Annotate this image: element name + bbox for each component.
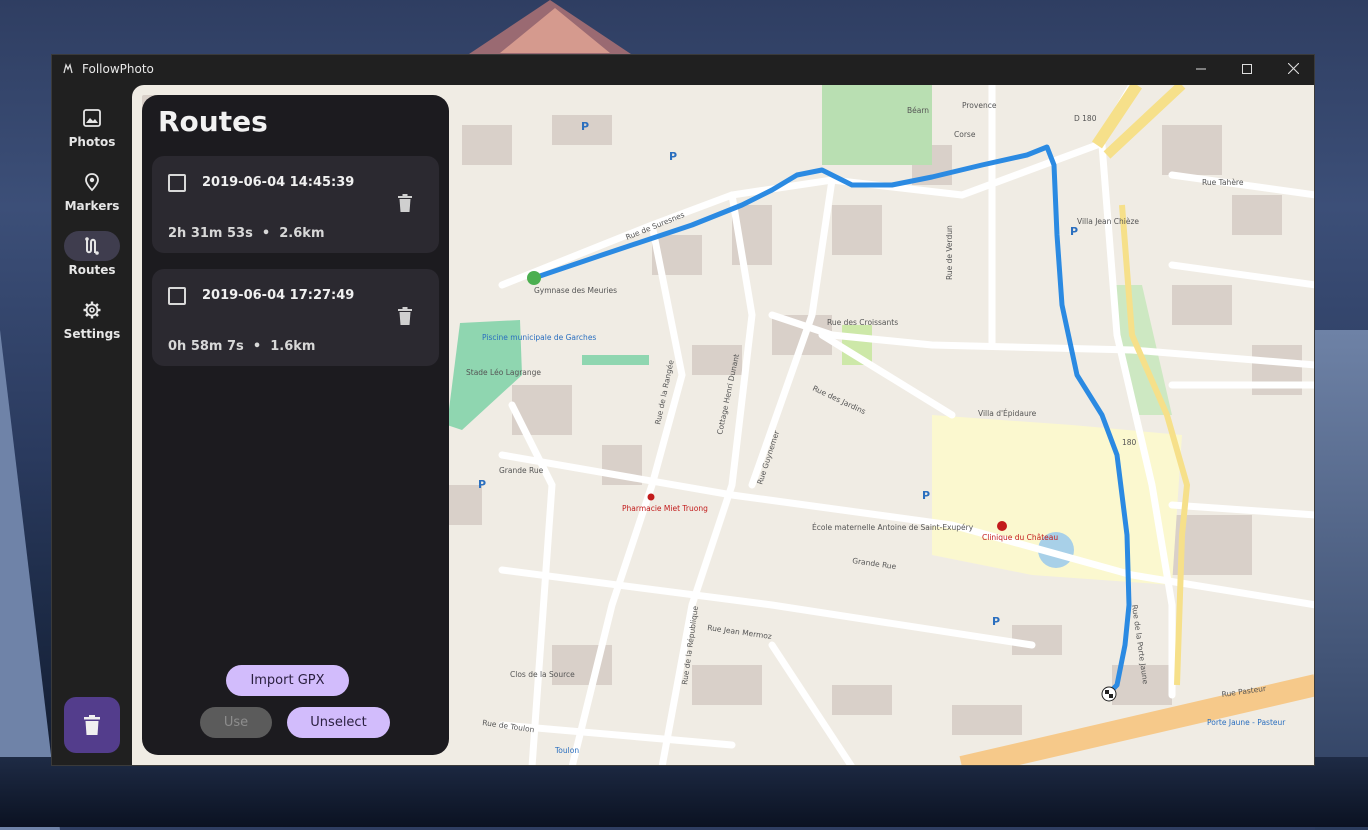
clinic-marker-icon bbox=[997, 521, 1007, 531]
route-date: 2019-06-04 14:45:39 bbox=[202, 175, 355, 190]
route-end-flag-icon[interactable] bbox=[1101, 686, 1117, 702]
desktop-mountain-sunlit-peak bbox=[500, 8, 610, 53]
route-summary: 2h 31m 53s • 2.6km bbox=[168, 226, 325, 241]
close-button[interactable] bbox=[1270, 55, 1314, 85]
gps-route-line bbox=[531, 144, 1132, 693]
map-label-stade: Stade Léo Lagrange bbox=[466, 368, 541, 377]
map-label-rue-croissants: Rue des Croissants bbox=[827, 318, 898, 327]
map-label-toulon: Toulon bbox=[554, 746, 579, 755]
map-label-villa-jean-chieze: Villa Jean Chièze bbox=[1077, 217, 1139, 226]
nav-label-markers: Markers bbox=[64, 199, 120, 213]
navigation-rail: Photos Markers Routes Settings bbox=[52, 85, 132, 765]
map-label-clos-source: Clos de la Source bbox=[510, 670, 575, 679]
map-label-porte-jaune: Porte Jaune - Pasteur bbox=[1207, 718, 1286, 727]
delete-all-button[interactable] bbox=[64, 697, 120, 753]
map-label-corse: Corse bbox=[954, 130, 976, 139]
route-distance: 1.6km bbox=[270, 339, 316, 354]
map-label-rue-tahere: Rue Tahère bbox=[1202, 178, 1244, 187]
route-card[interactable]: 2019-06-04 14:45:39 2h 31m 53s • 2.6km bbox=[152, 156, 439, 253]
route-summary: 0h 58m 7s • 1.6km bbox=[168, 339, 315, 354]
svg-text:P: P bbox=[922, 489, 930, 502]
map-label-rue-toulon: Rue de Toulon bbox=[482, 718, 535, 734]
map-pin-icon bbox=[85, 173, 99, 192]
map-label-piscine: Piscine municipale de Garches bbox=[482, 333, 596, 342]
nav-label-routes: Routes bbox=[68, 263, 116, 277]
trash-icon bbox=[398, 194, 412, 212]
map-label-bearn: Béarn bbox=[907, 106, 929, 115]
minimize-icon bbox=[1196, 68, 1206, 70]
svg-text:P: P bbox=[669, 150, 677, 163]
route-date: 2019-06-04 17:27:49 bbox=[202, 288, 355, 303]
desktop-mountain-right bbox=[1315, 330, 1368, 830]
routes-panel: Routes 2019-06-04 14:45:39 2h 31m 53s • … bbox=[142, 95, 449, 755]
svg-text:P: P bbox=[581, 120, 589, 133]
route-distance: 2.6km bbox=[279, 226, 325, 241]
trash-icon bbox=[84, 715, 100, 735]
image-icon bbox=[83, 109, 101, 127]
import-gpx-button[interactable]: Import GPX bbox=[226, 665, 349, 696]
unselect-button[interactable]: Unselect bbox=[287, 707, 390, 738]
svg-text:P: P bbox=[992, 615, 1000, 628]
use-button[interactable]: Use bbox=[200, 707, 272, 738]
nav-label-photos: Photos bbox=[68, 135, 116, 149]
window-title: FollowPhoto bbox=[82, 62, 154, 76]
map-label-pharmacie: Pharmacie Miet Truong bbox=[622, 504, 708, 513]
trash-icon bbox=[398, 307, 412, 325]
route-checkbox[interactable] bbox=[168, 287, 186, 305]
minimize-button[interactable] bbox=[1178, 55, 1224, 85]
delete-route-button[interactable] bbox=[398, 307, 412, 329]
panel-title: Routes bbox=[158, 105, 268, 138]
map-label-rue-jean-mermoz: Rue Jean Mermoz bbox=[707, 623, 773, 641]
map-label-villa-epidaure: Villa d'Épidaure bbox=[978, 409, 1037, 418]
map-label-d180: D 180 bbox=[1074, 114, 1097, 123]
maximize-icon bbox=[1242, 64, 1252, 74]
map-label-rue-verdun: Rue de Verdun bbox=[945, 225, 954, 280]
route-start-marker[interactable] bbox=[527, 271, 541, 285]
map-label-ecole: École maternelle Antoine de Saint-Exupér… bbox=[812, 523, 974, 532]
route-card[interactable]: 2019-06-04 17:27:49 0h 58m 7s • 1.6km bbox=[152, 269, 439, 366]
title-bar[interactable]: FollowPhoto bbox=[52, 55, 1314, 85]
map-label-grande-rue-2: Grande Rue bbox=[852, 556, 897, 571]
desktop-foreground bbox=[0, 757, 1368, 827]
map-label-grande-rue-1: Grande Rue bbox=[499, 466, 544, 475]
app-logo-icon bbox=[62, 63, 74, 75]
route-separator: • bbox=[252, 339, 262, 354]
nav-item-routes[interactable]: Routes bbox=[52, 231, 132, 287]
maximize-button[interactable] bbox=[1224, 55, 1270, 85]
route-duration: 2h 31m 53s bbox=[168, 226, 253, 241]
route-checkbox[interactable] bbox=[168, 174, 186, 192]
pharmacy-marker-icon bbox=[647, 493, 655, 501]
nav-item-photos[interactable]: Photos bbox=[52, 103, 132, 159]
gear-icon bbox=[83, 301, 101, 319]
delete-route-button[interactable] bbox=[398, 194, 412, 216]
route-duration: 0h 58m 7s bbox=[168, 339, 244, 354]
map-label-provence: Provence bbox=[962, 101, 997, 110]
svg-text:P: P bbox=[478, 478, 486, 491]
nav-item-settings[interactable]: Settings bbox=[52, 295, 132, 351]
svg-text:P: P bbox=[1070, 225, 1078, 238]
map-label-rue-jardins: Rue des Jardins bbox=[811, 384, 867, 417]
park-area bbox=[822, 85, 932, 165]
map-label-clinique: Clinique du Château bbox=[982, 533, 1058, 542]
nav-label-settings: Settings bbox=[63, 327, 121, 341]
close-icon bbox=[1287, 62, 1299, 75]
route-separator: • bbox=[261, 226, 271, 241]
map-label-180: 180 bbox=[1122, 438, 1137, 447]
nav-item-markers[interactable]: Markers bbox=[52, 167, 132, 223]
map-label-gymnase: Gymnase des Meuries bbox=[534, 286, 617, 295]
nav-active-indicator bbox=[64, 231, 120, 261]
route-icon bbox=[85, 237, 99, 255]
